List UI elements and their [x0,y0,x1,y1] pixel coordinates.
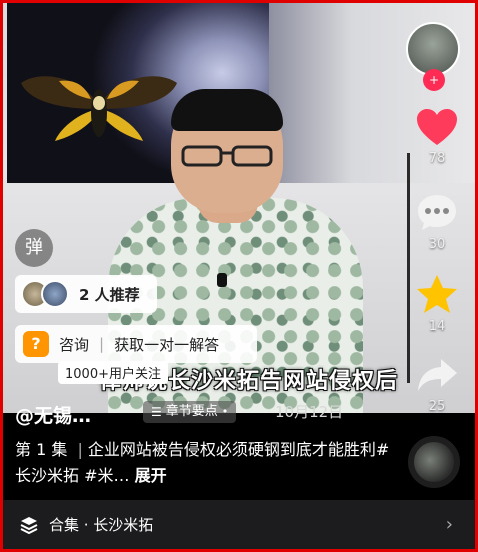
follow-count-tip: 1000+用户关注 [58,361,168,384]
consult-action: 获取一对一解答 [114,335,220,354]
consult-divider: | [99,335,105,353]
like-count: 78 [428,151,446,166]
comment-button[interactable]: 30 [411,191,463,252]
share-count: 25 [428,399,446,414]
chapter-points-button[interactable]: ☰ 章节要点 • [143,401,237,423]
danmu-toggle[interactable]: 弹 [15,229,53,267]
episode-divider: | [77,440,83,459]
speaker-hair [171,89,283,131]
comment-icon [418,195,456,230]
description-text: 企业网站被告侵权必须硬钢到底才能胜利#长沙米拓 #米… [15,440,390,485]
star-icon [417,275,457,313]
collection-bar[interactable]: 合集 · 长沙米拓 › [3,500,475,549]
creator-avatar[interactable] [406,22,460,76]
post-description[interactable]: 第 1 集 | 企业网站被告侵权必须硬钢到底才能胜利#长沙米拓 #米… 展开 [15,437,395,489]
collection-label: 合集 · 长沙米拓 [49,516,154,534]
favorite-count: 14 [428,319,446,334]
consult-question-icon [23,331,49,357]
share-arrow-icon [418,359,457,391]
favorite-button[interactable]: 14 [411,273,463,334]
recommend-chip[interactable]: 2 人推荐 [15,275,157,313]
glasses [181,145,273,167]
video-frame[interactable]: + 78 30 14 25 弹 2 人推荐 咨询 | 获取一对一解 [3,3,475,549]
music-disc[interactable] [408,436,460,488]
like-button[interactable]: 78 [411,107,463,166]
layers-icon [20,516,38,534]
recommend-text: 2 人推荐 [79,285,140,304]
consult-label: 咨询 [59,335,90,354]
post-date: 10月12日 [275,403,344,421]
chapter-label: 章节要点 [165,404,218,419]
heart-icon [417,109,457,145]
follow-button[interactable]: + [423,69,445,91]
lapel-mic [217,273,227,287]
comment-count: 30 [428,237,446,252]
wall-cable [407,153,410,383]
consult-card[interactable]: 咨询 | 获取一对一解答 [15,325,257,363]
list-icon: ☰ [151,405,162,419]
dots-icon: • [221,405,229,418]
recommender-avatar [41,280,69,308]
author-name[interactable]: @无锡… [15,401,91,428]
share-button[interactable]: 25 [411,355,463,414]
chevron-right-icon: › [445,514,453,535]
episode-label: 第 1 集 [15,440,68,459]
moth-image [21,76,177,141]
expand-link[interactable]: 展开 [135,466,167,485]
